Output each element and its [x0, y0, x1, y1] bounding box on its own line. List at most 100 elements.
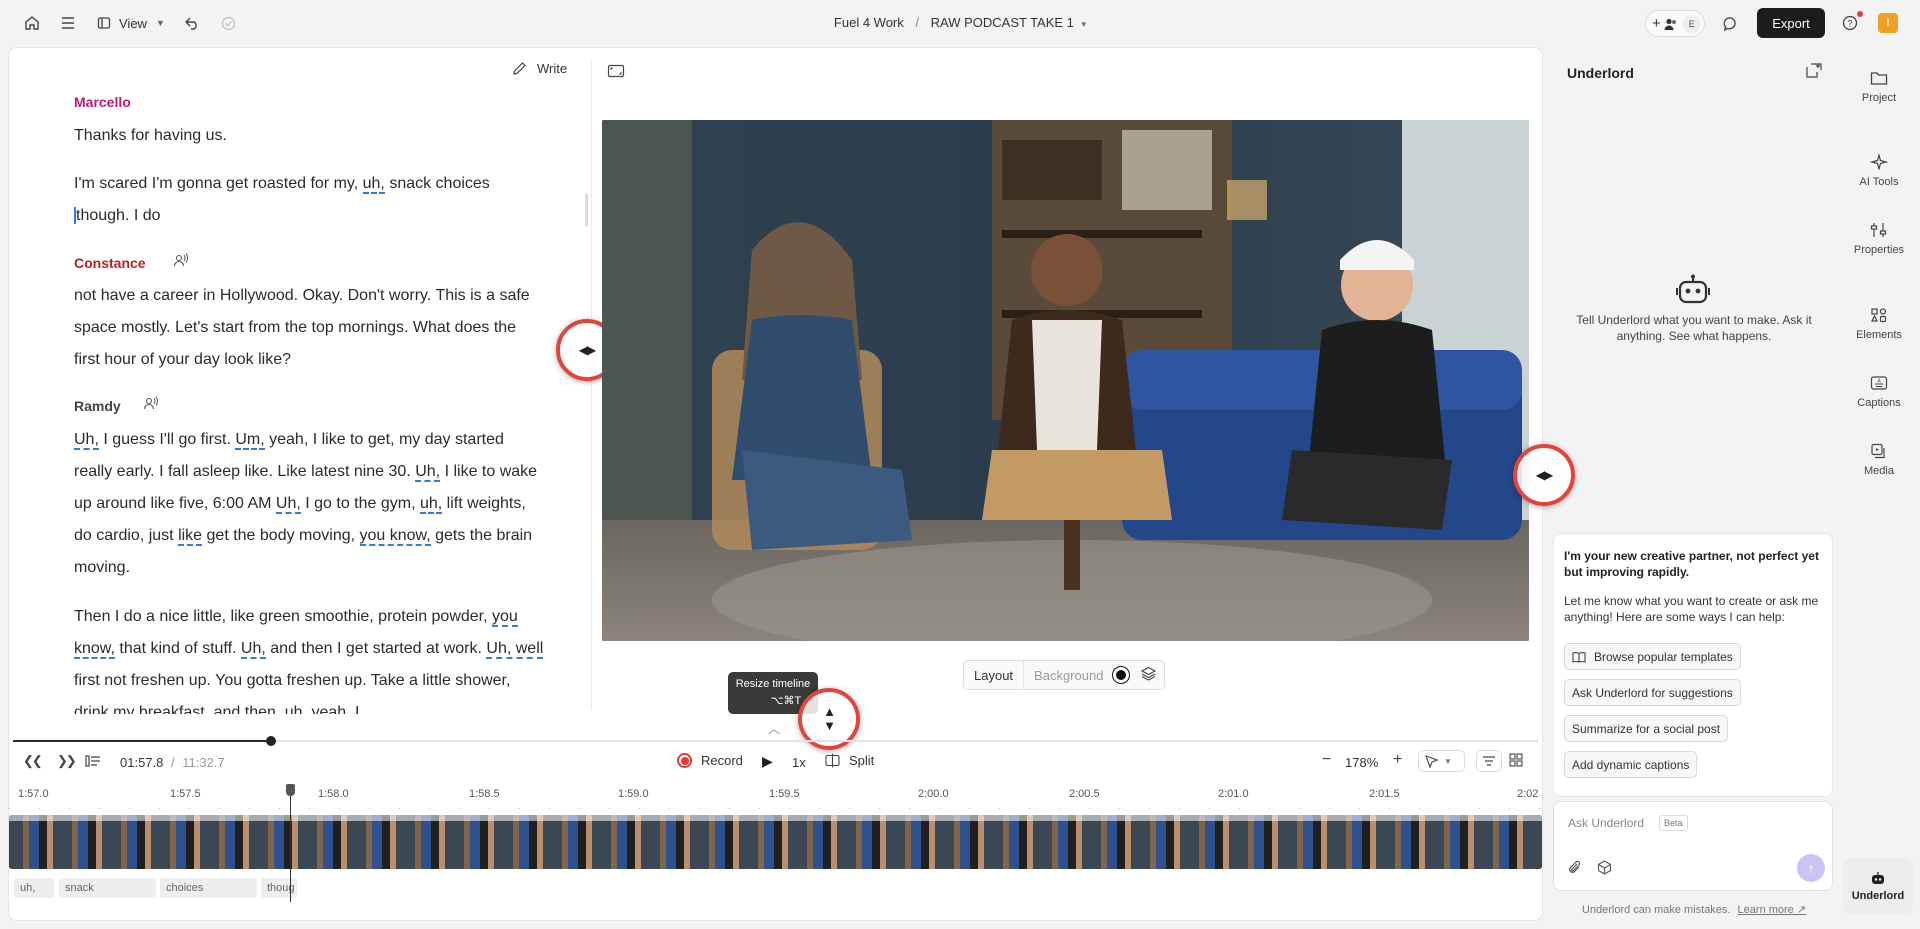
layout-button[interactable]: Layout: [964, 661, 1025, 689]
transcript-paragraph[interactable]: Uh, I guess I'll go first. Um, yeah, I l…: [74, 424, 544, 584]
suggestion-browse-templates[interactable]: Browse popular templates: [1564, 643, 1741, 670]
attach-icon[interactable]: [1568, 860, 1582, 878]
filler-word[interactable]: Uh,: [275, 495, 301, 514]
chevron-up-icon[interactable]: ︿: [768, 720, 780, 737]
transcript-paragraph[interactable]: Thanks for having us.: [74, 120, 544, 152]
playhead-handle[interactable]: [286, 784, 295, 796]
write-label: Write: [537, 61, 568, 76]
zoom-out-icon[interactable]: −: [1322, 751, 1331, 769]
robot-icon: [1872, 872, 1884, 884]
cube-icon[interactable]: [1597, 860, 1612, 878]
rail-captions[interactable]: A Captions: [1843, 375, 1915, 409]
filler-word[interactable]: Uh, well: [486, 640, 544, 659]
zoom-level: 178%: [1345, 755, 1379, 770]
ruler-label: 1:59.0: [618, 788, 649, 800]
skip-back-icon[interactable]: ❮❮: [23, 753, 43, 769]
breadcrumb-separator: /: [915, 15, 920, 30]
background-button[interactable]: Background: [1024, 668, 1113, 683]
suggestion-label: Browse popular templates: [1594, 649, 1733, 664]
rail-properties[interactable]: Properties: [1843, 222, 1915, 256]
write-button[interactable]: Write: [512, 61, 567, 76]
aspect-ratio-icon[interactable]: [607, 64, 625, 81]
transcript-text: get the body moving,: [202, 527, 360, 544]
speaker-voice-icon[interactable]: [173, 253, 189, 267]
suggestion-ask-underlord[interactable]: Ask Underlord for suggestions: [1564, 679, 1741, 706]
disclaimer-text: Underlord can make mistakes.: [1581, 904, 1731, 916]
transcript-paragraph[interactable]: I'm scared I'm gonna get roasted for my,…: [74, 168, 544, 232]
filler-word[interactable]: Uh,: [415, 463, 441, 482]
rail-ai-tools[interactable]: AI Tools: [1843, 154, 1915, 188]
layers-icon[interactable]: [1141, 666, 1157, 684]
play-icon[interactable]: ▶: [762, 753, 773, 770]
comment-icon[interactable]: [1721, 14, 1741, 34]
zoom-in-icon[interactable]: +: [1393, 751, 1402, 769]
video-track[interactable]: [9, 815, 1542, 869]
transcript-panel[interactable]: Write Marcello Thanks for having us. I'm…: [9, 48, 589, 714]
transcript-text: I go to the gym,: [300, 495, 420, 512]
chat-input-box[interactable]: Ask Underlord Beta ↑: [1553, 801, 1833, 891]
skip-forward-icon[interactable]: ❯❯: [57, 753, 77, 769]
speaker-marcello[interactable]: Marcello: [74, 94, 131, 110]
playback-speed[interactable]: 1x: [792, 755, 806, 770]
ruler-label: 2:00.5: [1069, 788, 1100, 800]
timeline-view-toggle[interactable]: [1476, 750, 1502, 772]
user-avatar[interactable]: !: [1878, 13, 1898, 33]
add-icon[interactable]: +: [1652, 15, 1661, 32]
caption-words-track[interactable]: uh, snack choices thoug: [9, 878, 1542, 900]
send-button[interactable]: ↑: [1797, 854, 1825, 882]
resize-arrows-icon: ◀▶: [578, 343, 596, 357]
split-button[interactable]: Split: [825, 753, 874, 768]
sliders-icon: [1870, 223, 1887, 237]
grid-view-icon[interactable]: [1509, 753, 1523, 770]
playhead[interactable]: [290, 784, 291, 902]
pointer-tool-select[interactable]: ▼: [1418, 750, 1465, 772]
record-button[interactable]: Record: [677, 753, 743, 768]
notification-dot: [1857, 11, 1863, 17]
composition-name[interactable]: RAW PODCAST TAKE 1: [931, 15, 1074, 30]
filler-word[interactable]: like: [178, 527, 203, 546]
filler-word[interactable]: Uh,: [74, 431, 99, 450]
scrub-thumb[interactable]: [266, 736, 276, 746]
editor-panel: Write Marcello Thanks for having us. I'm…: [9, 48, 1575, 920]
video-preview[interactable]: [602, 120, 1529, 641]
filler-word[interactable]: Um,: [235, 431, 265, 450]
suggestion-summarize[interactable]: Summarize for a social post: [1564, 715, 1729, 742]
chat-input-placeholder[interactable]: Ask Underlord: [1568, 816, 1644, 830]
transcript-scrollbar[interactable]: [585, 193, 588, 227]
chapters-icon[interactable]: [85, 754, 101, 771]
rail-underlord[interactable]: Underlord: [1843, 858, 1913, 914]
rail-project[interactable]: Project: [1843, 70, 1915, 104]
intro-text: Tell Underlord what you want to make. As…: [1576, 313, 1812, 343]
background-color-swatch[interactable]: [1113, 667, 1130, 683]
collaborators[interactable]: + E: [1645, 10, 1705, 37]
rail-media[interactable]: Media: [1843, 443, 1915, 477]
filler-word[interactable]: uh,: [419, 495, 443, 514]
rail-label: Project: [1861, 92, 1897, 104]
transcript-paragraph[interactable]: not have a career in Hollywood. Okay. Do…: [74, 280, 544, 376]
suggestion-dynamic-captions[interactable]: Add dynamic captions: [1564, 751, 1698, 778]
export-button[interactable]: Export: [1757, 8, 1825, 38]
word-clip[interactable]: thoug: [261, 878, 297, 898]
new-chat-icon[interactable]: [1806, 63, 1822, 81]
speaker-ramdy[interactable]: Ramdy: [74, 398, 121, 414]
learn-more-link[interactable]: Learn more ↗: [1738, 904, 1807, 916]
word-clip[interactable]: snack: [59, 878, 156, 898]
resize-arrows-vertical-icon: ▲ ▼: [823, 704, 836, 733]
rail-elements[interactable]: Elements: [1843, 307, 1915, 341]
word-clip[interactable]: choices: [160, 878, 257, 898]
disclaimer: Underlord can make mistakes. Learn more …: [1551, 903, 1837, 916]
transcript-paragraph[interactable]: Then I do a nice little, like green smoo…: [74, 601, 544, 714]
speaker-constance[interactable]: Constance: [74, 255, 146, 271]
timeline-ruler[interactable]: 1:57.0 1:57.5 1:58.0 1:58.5 1:59.0 1:59.…: [9, 784, 1542, 806]
chevron-down-icon[interactable]: ▾: [1082, 19, 1087, 29]
help-icon[interactable]: ?: [1840, 11, 1863, 33]
ruler-label: 2:02: [1517, 788, 1539, 800]
filler-word[interactable]: you know,: [359, 527, 431, 546]
project-name[interactable]: Fuel 4 Work: [834, 15, 904, 30]
captions-icon: A: [1870, 376, 1888, 390]
word-clip[interactable]: uh,: [14, 878, 54, 898]
video-thumbnails: [9, 815, 1542, 869]
filler-word[interactable]: Uh,: [240, 640, 266, 659]
speaker-voice-icon[interactable]: [143, 396, 159, 410]
filler-word[interactable]: uh,: [362, 175, 385, 194]
